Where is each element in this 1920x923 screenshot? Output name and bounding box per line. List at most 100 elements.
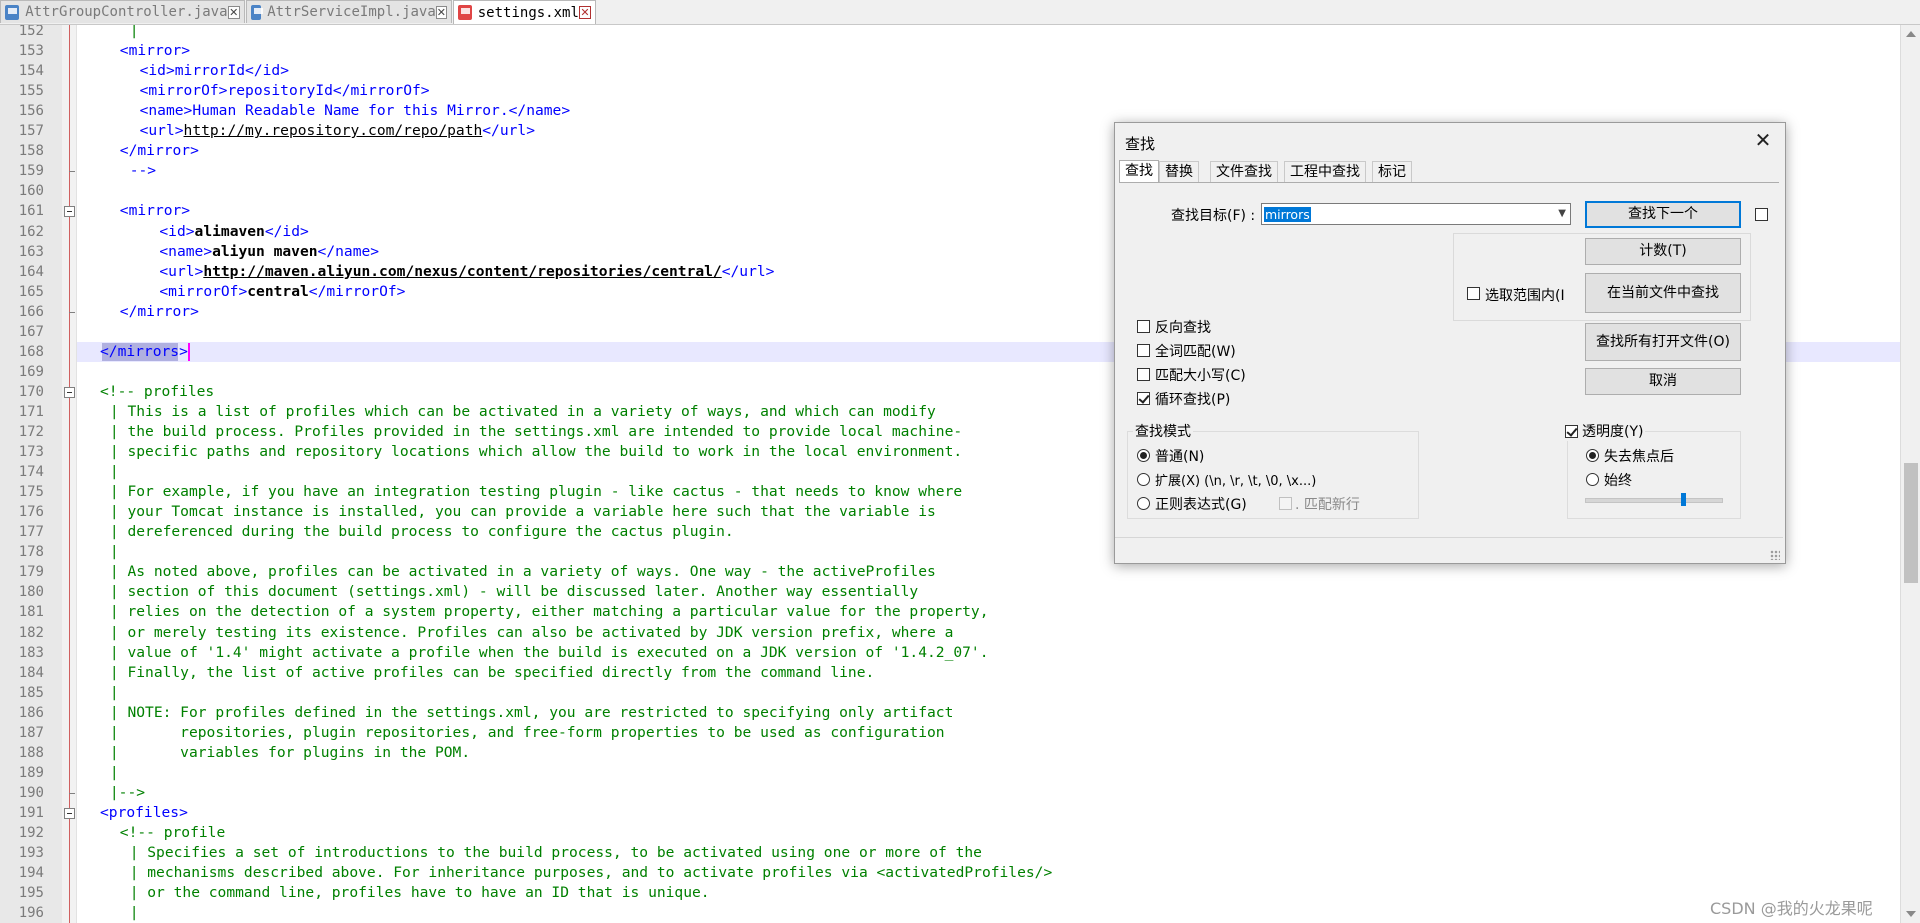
code-token: <name>	[159, 242, 213, 260]
reverse-search-checkbox[interactable]	[1137, 320, 1150, 333]
find-in-current-file-button[interactable]: 在当前文件中查找	[1585, 273, 1741, 313]
code-line[interactable]: | repositories, plugin repositories, and…	[110, 723, 945, 743]
scrollbar-thumb[interactable]	[1904, 463, 1918, 583]
scroll-up-icon[interactable]	[1906, 31, 1916, 37]
fold-toggle-icon[interactable]	[64, 386, 75, 398]
line-number: 167	[18, 323, 44, 340]
line-number: 184	[18, 664, 44, 681]
code-line[interactable]: |	[110, 683, 119, 703]
code-line[interactable]: | mechanisms described above. For inheri…	[130, 863, 1053, 883]
scroll-down-icon[interactable]	[1906, 911, 1916, 917]
code-token: | or the command line, profiles have to …	[129, 884, 710, 902]
code-line[interactable]: <mirrorOf>central</mirrorOf>	[159, 282, 405, 302]
transparency-slider[interactable]	[1585, 498, 1723, 503]
code-token: <id>	[139, 62, 175, 80]
code-line[interactable]: |	[110, 462, 119, 482]
code-line[interactable]: | the build process. Profiles provided i…	[110, 422, 962, 442]
code-line[interactable]: |	[110, 763, 119, 783]
count-button[interactable]: 计数(T)	[1585, 238, 1741, 265]
code-line[interactable]: | or merely testing its existence. Profi…	[110, 623, 953, 643]
code-line[interactable]: |	[110, 542, 119, 562]
code-token: </mirrors>	[100, 342, 188, 360]
code-token: aliyun maven	[212, 242, 318, 260]
code-line[interactable]: -->	[130, 161, 156, 181]
code-line[interactable]: |	[130, 903, 139, 923]
close-tab-icon[interactable]: ✕	[227, 5, 240, 19]
tab-mark[interactable]: 标记	[1372, 161, 1412, 182]
code-line[interactable]: | value of '1.4' might activate a profil…	[110, 643, 989, 663]
code-line[interactable]: | For example, if you have an integratio…	[110, 482, 962, 502]
always-radio[interactable]	[1586, 473, 1599, 486]
on-lose-focus-radio[interactable]	[1586, 449, 1599, 462]
mode-normal-radio[interactable]	[1137, 449, 1150, 462]
line-number: 156	[18, 103, 44, 120]
code-line[interactable]: | your Tomcat instance is installed, you…	[110, 502, 936, 522]
code-line[interactable]: | As noted above, profiles can be activa…	[110, 562, 936, 582]
code-line[interactable]: <mirrorOf>repositoryId</mirrorOf>	[140, 81, 430, 101]
code-line[interactable]: | Specifies a set of introductions to th…	[130, 843, 982, 863]
code-line[interactable]: <name>aliyun maven</name>	[159, 242, 379, 262]
code-line[interactable]: <url>http://maven.aliyun.com/nexus/conte…	[159, 262, 774, 282]
code-line[interactable]: | specific paths and repository location…	[110, 442, 962, 462]
fold-toggle-icon[interactable]	[64, 206, 75, 218]
transparency-checkbox[interactable]	[1565, 425, 1578, 438]
tab-find-in-project[interactable]: 工程中查找	[1284, 161, 1366, 182]
code-line[interactable]: </mirror>	[120, 302, 199, 322]
resize-grip-icon[interactable]	[1770, 550, 1780, 560]
tab-find[interactable]: 查找	[1119, 160, 1159, 183]
find-next-button[interactable]: 查找下一个	[1585, 201, 1741, 228]
find-next-option-checkbox[interactable]	[1755, 208, 1768, 221]
code-line[interactable]: </mirror>	[120, 141, 199, 161]
code-line[interactable]: |-->	[110, 783, 145, 803]
fold-toggle-icon[interactable]	[64, 807, 75, 819]
close-tab-icon[interactable]: ✕	[578, 6, 591, 19]
in-selection-checkbox[interactable]	[1467, 287, 1480, 300]
code-line[interactable]: <!-- profile	[120, 823, 225, 843]
cancel-button[interactable]: 取消	[1585, 368, 1741, 395]
mode-extended-radio[interactable]	[1137, 473, 1150, 486]
in-selection-label: 选取范围内(I	[1485, 288, 1565, 304]
code-line[interactable]: <mirror>	[120, 201, 190, 221]
code-line[interactable]: <url>http://my.repository.com/repo/path<…	[140, 121, 535, 141]
code-line[interactable]: |	[130, 25, 139, 41]
code-line[interactable]: <mirror>	[120, 41, 190, 61]
line-number: 185	[18, 684, 44, 701]
code-token: |	[109, 763, 119, 781]
tab-attrserviceimpl[interactable]: AttrServiceImpl.java ✕	[246, 0, 452, 23]
whole-word-checkbox[interactable]	[1137, 344, 1150, 357]
tab-settings-xml[interactable]: settings.xml ✕	[453, 0, 596, 24]
code-token: | relies on the detection of a system pr…	[109, 603, 989, 621]
code-line[interactable]: | dereferenced during the build process …	[110, 522, 734, 542]
find-what-combobox[interactable]: mirrors ▼	[1261, 203, 1571, 225]
close-icon[interactable]: ✕	[1751, 129, 1775, 153]
match-case-checkbox[interactable]	[1137, 368, 1150, 381]
line-number: 180	[18, 584, 44, 601]
tab-find-in-files[interactable]: 文件查找	[1210, 161, 1278, 182]
code-line[interactable]: <name>Human Readable Name for this Mirro…	[140, 101, 571, 121]
close-tab-icon[interactable]: ✕	[435, 5, 447, 19]
code-line[interactable]: </mirrors>	[100, 342, 188, 362]
code-line[interactable]: | section of this document (settings.xml…	[110, 582, 918, 602]
fold-guide-line	[69, 25, 70, 923]
code-line[interactable]: <profiles>	[100, 803, 188, 823]
code-line[interactable]: | relies on the detection of a system pr…	[110, 602, 989, 622]
tab-replace[interactable]: 替换	[1159, 161, 1199, 182]
find-what-value[interactable]: mirrors	[1264, 207, 1311, 222]
code-line[interactable]: | or the command line, profiles have to …	[130, 883, 710, 903]
match-newline-checkbox[interactable]	[1279, 497, 1292, 510]
code-line[interactable]: | This is a list of profiles which can b…	[110, 402, 936, 422]
tab-attrgroupcontroller[interactable]: AttrGroupController.java ✕	[0, 0, 245, 23]
code-line[interactable]: <!-- profiles	[100, 382, 214, 402]
code-line[interactable]: <id>mirrorId</id>	[140, 61, 289, 81]
transparency-slider-thumb[interactable]	[1681, 493, 1686, 506]
wrap-around-checkbox[interactable]	[1137, 392, 1150, 405]
code-line[interactable]: | NOTE: For profiles defined in the sett…	[110, 703, 953, 723]
vertical-scrollbar[interactable]	[1900, 25, 1920, 923]
code-line[interactable]: <id>alimaven</id>	[159, 222, 308, 242]
code-line[interactable]: | variables for plugins in the POM.	[110, 743, 470, 763]
find-in-all-open-files-button[interactable]: 查找所有打开文件(O)	[1585, 323, 1741, 361]
line-number: 169	[18, 363, 44, 380]
chevron-down-icon[interactable]: ▼	[1558, 208, 1566, 219]
code-line[interactable]: | Finally, the list of active profiles c…	[110, 663, 874, 683]
mode-regex-radio[interactable]	[1137, 497, 1150, 510]
